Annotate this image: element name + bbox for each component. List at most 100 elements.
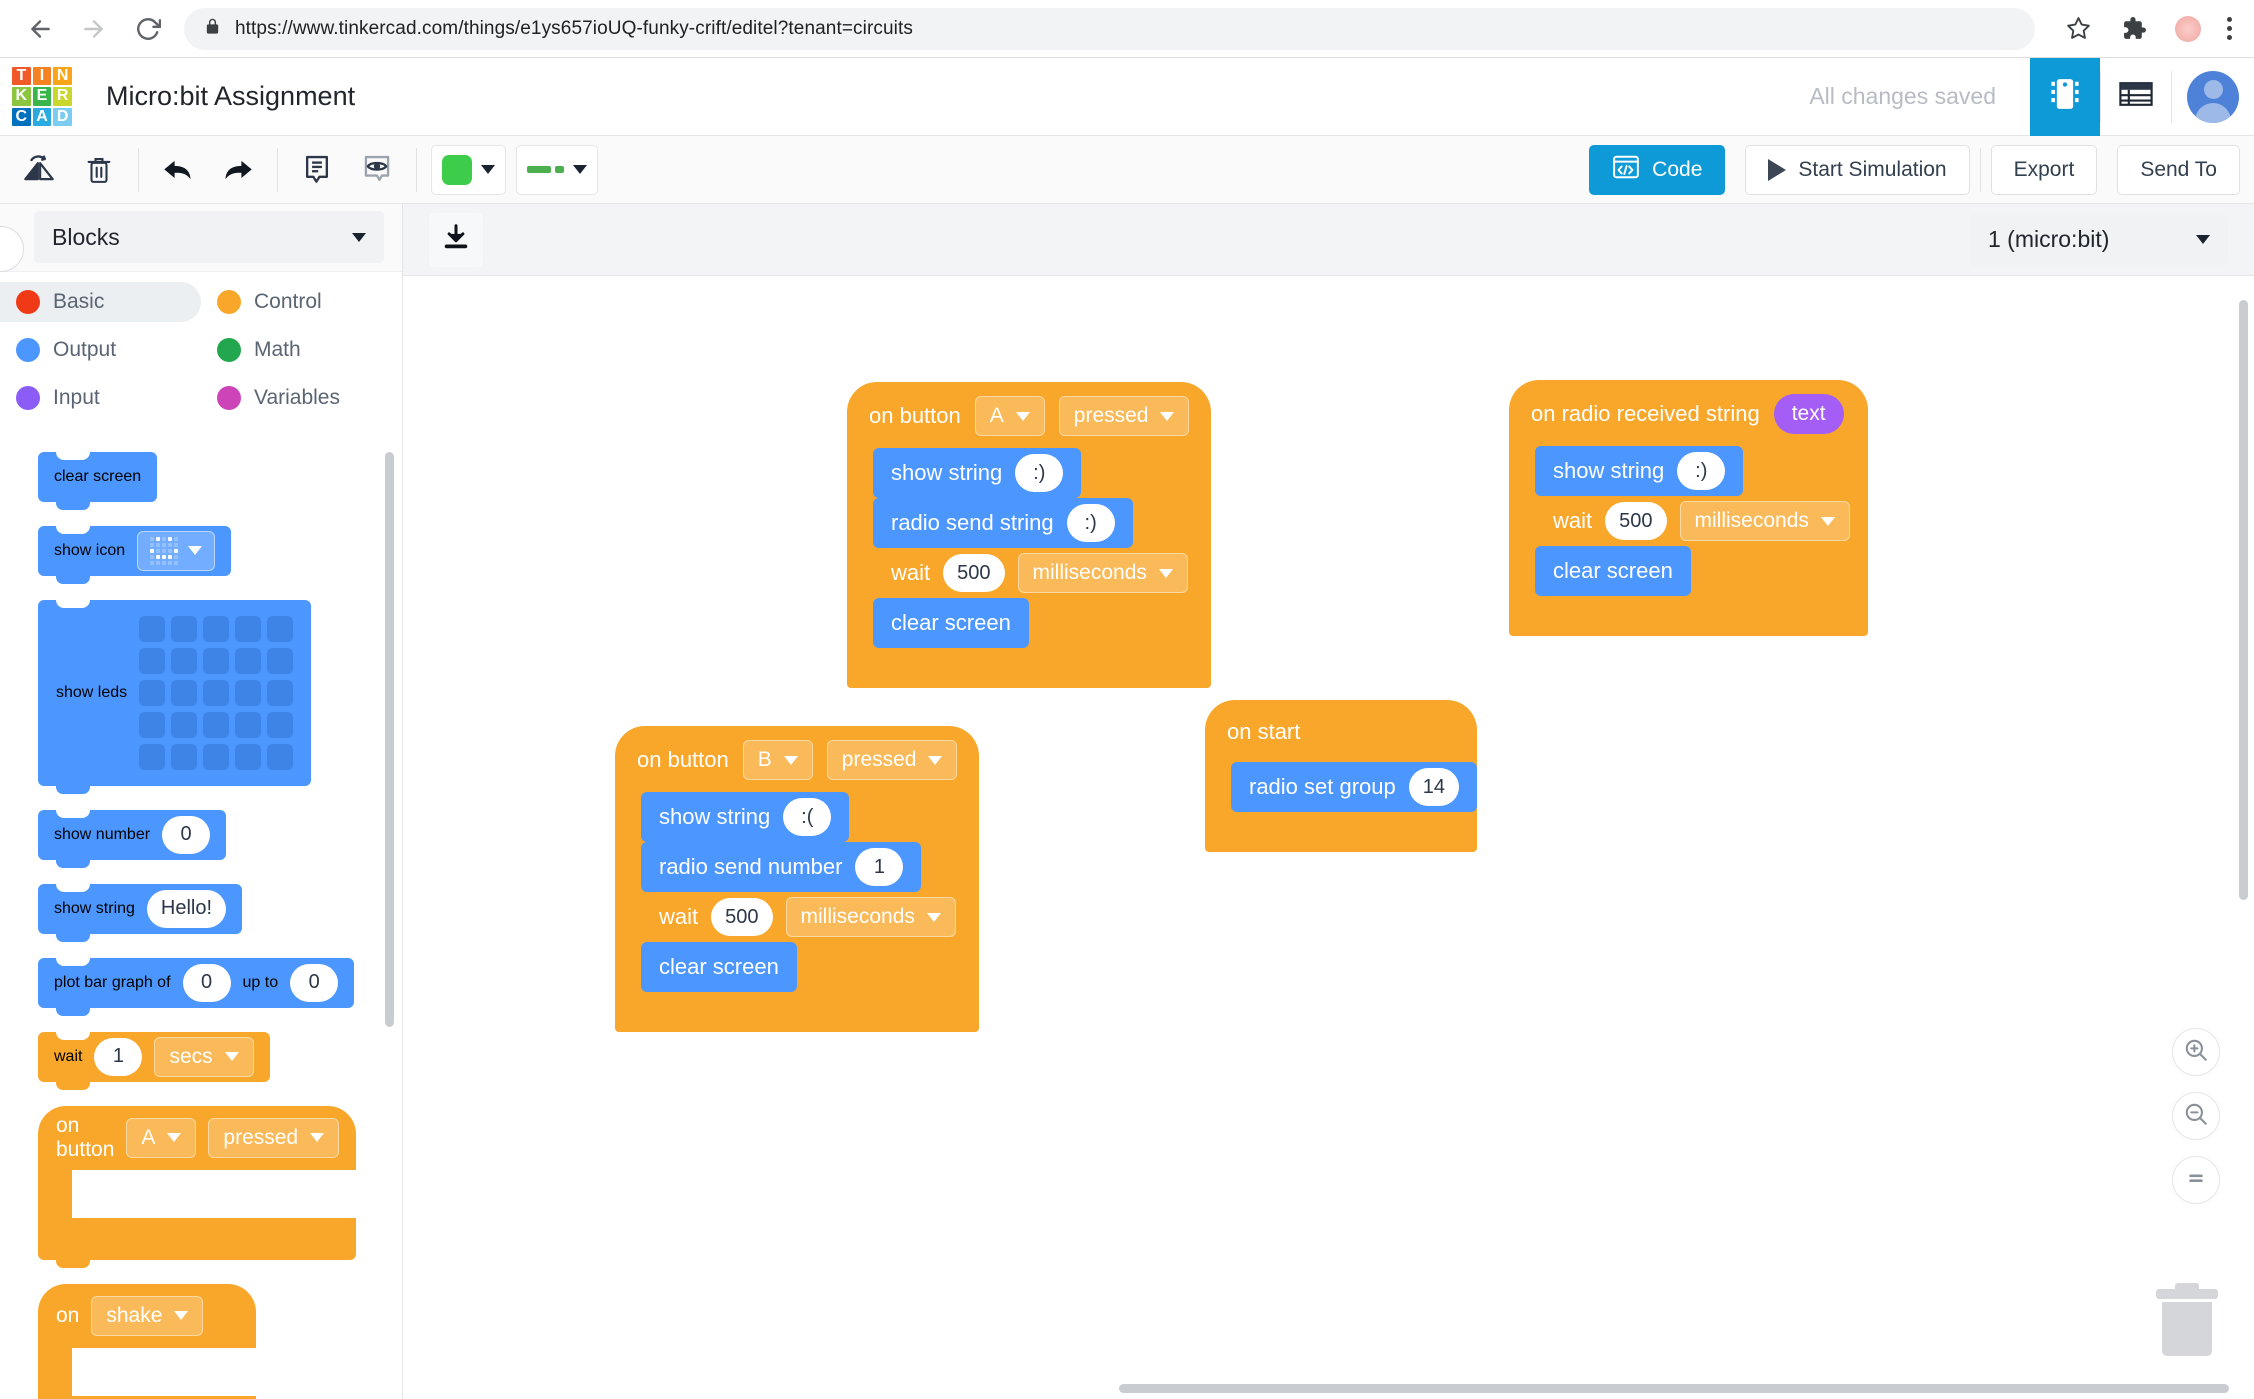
note-icon[interactable] [292,145,342,195]
category-math[interactable]: Math [201,330,402,370]
number-input[interactable]: 1 [855,848,903,886]
download-button[interactable] [429,213,483,267]
string-input[interactable]: :) [1067,504,1115,542]
category-output[interactable]: Output [0,330,201,370]
script-on-button-b[interactable]: on button B pressed show string [615,726,979,1032]
block-radio-send-string[interactable]: radio send string :) [873,498,1133,548]
button-select[interactable]: A [126,1118,196,1158]
three-dot-menu-icon[interactable] [2227,17,2232,40]
block-show-string[interactable]: show string :( [641,792,849,842]
duration-input[interactable]: 500 [943,554,1004,592]
category-variables[interactable]: Variables [201,378,402,418]
string-input[interactable]: Hello! [147,890,226,928]
canvas-vertical-scrollbar[interactable] [2239,300,2248,900]
number-input[interactable]: 0 [162,816,210,854]
category-basic[interactable]: Basic [0,282,201,322]
string-input[interactable]: :) [1015,454,1063,492]
device-select[interactable]: 1 (micro:bit) [1970,214,2228,266]
script-on-radio-received[interactable]: on radio received string text show strin… [1509,380,1868,636]
zoom-in-button[interactable] [2172,1028,2220,1076]
block-clear-screen[interactable]: clear screen [873,598,1029,648]
palette-block-clear-screen[interactable]: clear screen [38,452,157,502]
trash-icon[interactable] [74,145,124,195]
code-button[interactable]: Code [1589,145,1725,195]
tinkercad-logo[interactable]: T I N K E R C A D [8,63,76,131]
line-style-picker[interactable] [516,145,598,195]
string-input[interactable]: :( [783,798,831,836]
script-on-start[interactable]: on start radio set group 14 [1205,700,1477,852]
send-to-button[interactable]: Send To [2117,145,2240,195]
palette-block-show-leds[interactable]: show leds [38,600,311,786]
zoom-fit-button[interactable] [2172,1156,2220,1204]
block-wait[interactable]: wait 500 milliseconds [641,892,974,942]
zoom-out-button[interactable] [2172,1092,2220,1140]
palette-block-show-icon[interactable]: show icon [38,526,231,576]
page-title[interactable]: Micro:bit Assignment [106,81,355,112]
start-simulation-button[interactable]: Start Simulation [1745,145,1969,195]
unit-select[interactable]: milliseconds [1680,501,1850,541]
chrome-profile-avatar[interactable] [2175,16,2201,42]
category-input[interactable]: Input [0,378,201,418]
reload-icon[interactable] [130,11,166,47]
address-bar[interactable]: https://www.tinkercad.com/things/e1ys657… [184,8,2035,50]
block-radio-set-group[interactable]: radio set group 14 [1231,762,1477,812]
canvas-horizontal-scrollbar[interactable] [1119,1384,2229,1393]
block-clear-screen[interactable]: clear screen [641,942,797,992]
block-wait[interactable]: wait 500 milliseconds [1535,496,1868,546]
event-select[interactable]: pressed [1059,396,1190,436]
duration-input[interactable]: 500 [711,898,772,936]
redo-arrow-icon[interactable] [213,145,263,195]
back-arrow-icon[interactable] [22,11,58,47]
block-show-string[interactable]: show string :) [873,448,1081,498]
rotate-flip-icon[interactable] [14,145,64,195]
duration-input[interactable]: 500 [1605,502,1666,540]
puzzle-piece-icon[interactable] [2119,14,2149,44]
bookmark-star-icon[interactable] [2063,14,2093,44]
palette-block-on-button[interactable]: on button A pressed [38,1106,356,1260]
block-clear-screen[interactable]: clear screen [1535,546,1691,596]
hat-block[interactable]: on button B pressed show string [615,726,979,1032]
palette-scrollbar[interactable] [385,452,394,1027]
palette-block-plot-bar-graph[interactable]: plot bar graph of 0 up to 0 [38,958,354,1008]
string-input[interactable]: :) [1677,452,1725,490]
forward-arrow-icon[interactable] [76,11,112,47]
unit-select[interactable]: secs [154,1037,253,1077]
components-panel-button[interactable] [2030,58,2100,136]
palette-block-show-number[interactable]: show number 0 [38,810,226,860]
block-wait[interactable]: wait 500 milliseconds [873,548,1206,598]
button-select[interactable]: A [975,396,1045,436]
hat-block[interactable]: on radio received string text show strin… [1509,380,1868,636]
hat-block[interactable]: on start radio set group 14 [1205,700,1477,852]
event-select[interactable]: pressed [827,740,958,780]
script-on-button-a[interactable]: on button A pressed show string [847,382,1211,688]
group-input[interactable]: 14 [1409,768,1459,806]
export-button[interactable]: Export [1991,145,2098,195]
fill-color-picker[interactable] [431,145,506,195]
palette-block-on-shake[interactable]: on shake [38,1284,256,1399]
palette-block-wait[interactable]: wait 1 secs [38,1032,270,1082]
mode-select[interactable]: Blocks [34,211,384,263]
event-select[interactable]: pressed [208,1118,339,1158]
list-view-button[interactable] [2101,58,2171,136]
blocks-canvas[interactable]: on button A pressed show string [403,276,2254,1399]
max-input[interactable]: 0 [290,964,338,1002]
duration-input[interactable]: 1 [94,1038,142,1076]
block-show-string[interactable]: show string :) [1535,446,1743,496]
unit-select[interactable]: milliseconds [1018,553,1188,593]
button-select[interactable]: B [743,740,813,780]
user-avatar[interactable] [2172,58,2254,136]
gesture-select[interactable]: shake [91,1296,203,1336]
value-input[interactable]: 0 [183,964,231,1002]
eye-visibility-icon[interactable] [352,145,402,195]
block-radio-send-number[interactable]: radio send number 1 [641,842,921,892]
unit-select[interactable]: milliseconds [786,897,956,937]
icon-picker[interactable] [137,531,215,571]
led-grid[interactable] [139,616,293,770]
canvas-trash-icon[interactable] [2156,1289,2218,1355]
variable-pill-text[interactable]: text [1774,394,1844,434]
undo-arrow-icon[interactable] [153,145,203,195]
block-palette[interactable]: clear screen show icon [0,430,402,1399]
hat-block[interactable]: on button A pressed show string [847,382,1211,688]
palette-block-show-string[interactable]: show string Hello! [38,884,242,934]
category-control[interactable]: Control [201,282,402,322]
